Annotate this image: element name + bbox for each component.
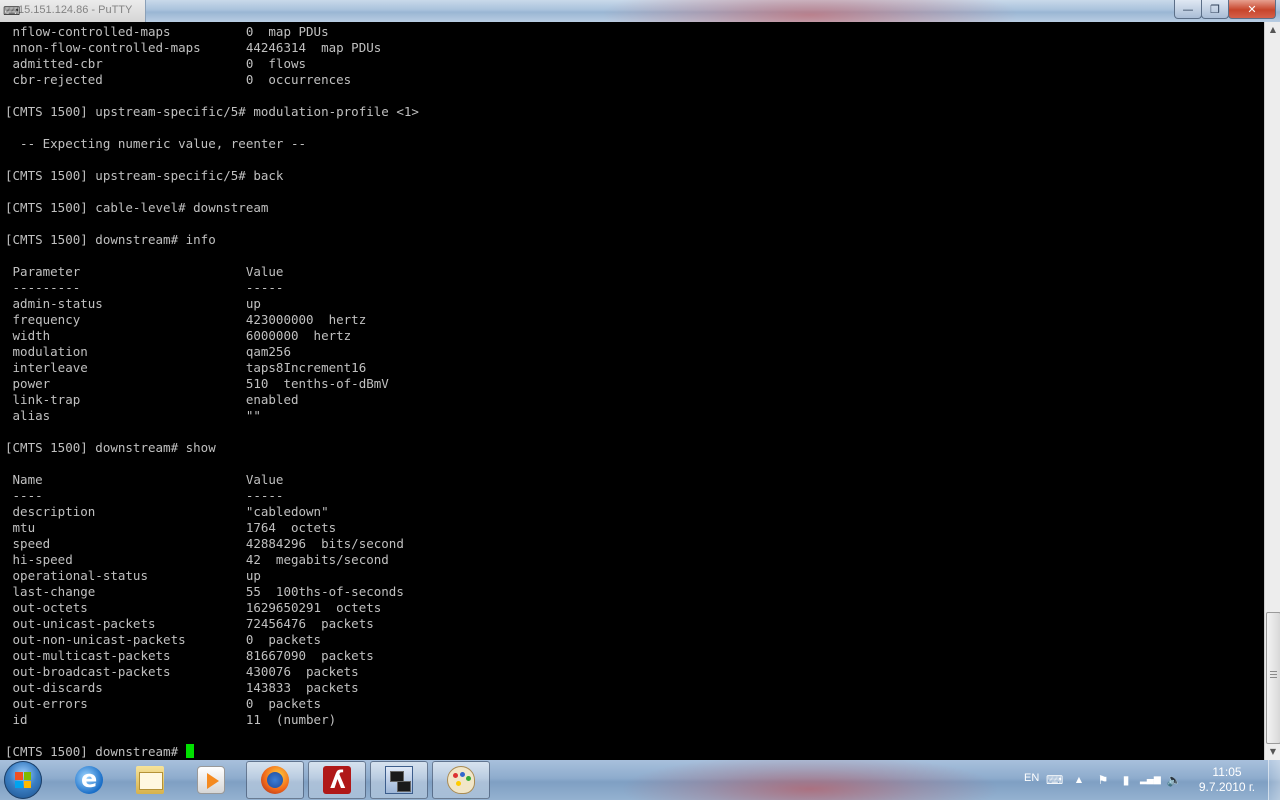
taskbar-item-internet-explorer[interactable] [60,761,118,799]
terminal-line: --------- ----- [5,280,284,295]
taskbar-item-paint[interactable] [432,761,490,799]
folder-icon [136,766,164,794]
terminal-line: interleave taps8Increment16 [5,360,367,375]
firefox-icon [261,766,289,794]
scroll-down-button[interactable]: ▼ [1265,744,1280,760]
start-button[interactable] [4,761,42,799]
signal-icon[interactable]: ▂▄▆ [1140,772,1161,788]
terminal-line: link-trap enabled [5,392,299,407]
network-icon[interactable]: ▮ [1118,772,1134,788]
terminal-line: out-octets 1629650291 octets [5,600,382,615]
terminal-line: id 11 (number) [5,712,337,727]
putty-app-icon[interactable]: ⌨ [3,4,20,18]
taskbar: EN ⌨ ▲ ⚑ ▮ ▂▄▆ 🔈 11:05 9.7.2010 г. [0,760,1280,800]
paint-icon [447,766,475,794]
terminal-line: power 510 tenths-of-dBmV [5,376,389,391]
terminal-line: [CMTS 1500] upstream-specific/5# back [5,168,284,183]
terminal-line: frequency 423000000 hertz [5,312,367,327]
minimize-button[interactable]: — [1174,0,1202,19]
maximize-button[interactable]: ❐ [1201,0,1229,19]
title-tab: ⌨ 15.151.124.86 - PuTTY [0,0,146,22]
terminal-prompt: [CMTS 1500] downstream# [5,744,186,759]
terminal-line: modulation qam256 [5,344,291,359]
terminal-cursor [185,744,194,758]
media-icon [197,766,225,794]
windows-logo-icon [15,772,31,788]
terminal-line: cbr-rejected 0 occurrences [5,72,352,87]
putty-icon [385,766,413,794]
maximize-icon: ❐ [1210,2,1220,16]
ie-icon [75,765,103,794]
title-bar[interactable]: ⌨ 15.151.124.86 - PuTTY — ❐ ✕ [0,0,1280,22]
terminal-line: description "cabledown" [5,504,329,519]
show-hidden-icons-button[interactable]: ▲ [1071,772,1087,788]
terminal-line: [CMTS 1500] downstream# show [5,440,216,455]
grip-icon [1270,671,1277,680]
terminal-area[interactable]: nflow-controlled-maps 0 map PDUs nnon-fl… [0,22,1264,760]
scroll-up-button[interactable]: ▲ [1265,22,1280,38]
taskbar-item-windows-explorer[interactable] [121,761,179,799]
terminal-line: operational-status up [5,568,261,583]
clock-time: 11:05 [1212,765,1242,779]
taskbar-item-adobe-reader[interactable] [308,761,366,799]
window-title: 15.151.124.86 - PuTTY [18,4,133,16]
terminal-line: speed 42884296 bits/second [5,536,404,551]
action-center-flag-icon[interactable]: ⚑ [1095,772,1111,788]
keyboard-icon[interactable]: ⌨ [1046,772,1063,788]
terminal-line: mtu 1764 octets [5,520,337,535]
system-clock[interactable]: 11:05 9.7.2010 г. [1192,765,1262,795]
show-desktop-button[interactable] [1268,760,1280,800]
terminal-line: out-broadcast-packets 430076 packets [5,664,359,679]
terminal-line: [CMTS 1500] downstream# info [5,232,216,247]
minimize-icon: — [1182,2,1194,16]
terminal-line: [CMTS 1500] upstream-specific/5# modulat… [5,104,419,119]
scroll-thumb[interactable] [1266,612,1280,744]
terminal-line: admin-status up [5,296,261,311]
vertical-scrollbar[interactable]: ▲ ▼ [1264,22,1280,760]
terminal-output: nflow-controlled-maps 0 map PDUs nnon-fl… [5,24,419,760]
terminal-line: ---- ----- [5,488,284,503]
terminal-line: out-errors 0 packets [5,696,322,711]
taskbar-wallpaper-art [620,760,1000,800]
terminal-line: alias "" [5,408,261,423]
terminal-line: width 6000000 hertz [5,328,352,343]
terminal-line: Name Value [5,472,284,487]
terminal-line: -- Expecting numeric value, reenter -- [5,136,307,151]
close-icon: ✕ [1247,2,1257,16]
terminal-line: nnon-flow-controlled-maps 44246314 map P… [5,40,382,55]
terminal-line: out-discards 143833 packets [5,680,359,695]
taskbar-item-media-player[interactable] [182,761,240,799]
terminal-line: nflow-controlled-maps 0 map PDUs [5,24,329,39]
close-button[interactable]: ✕ [1228,0,1276,19]
wallpaper-art [600,0,1020,22]
taskbar-item-firefox[interactable] [246,761,304,799]
volume-icon[interactable]: 🔈 [1166,772,1182,788]
terminal-line: out-non-unicast-packets 0 packets [5,632,322,647]
terminal-line: out-unicast-packets 72456476 packets [5,616,374,631]
terminal-line: [CMTS 1500] cable-level# downstream [5,200,269,215]
terminal-line: Parameter Value [5,264,284,279]
terminal-line: admitted-cbr 0 flows [5,56,307,71]
terminal-line: hi-speed 42 megabits/second [5,552,389,567]
clock-date: 9.7.2010 г. [1198,780,1256,794]
pdf-icon [323,766,351,794]
terminal-prompt-line[interactable]: [CMTS 1500] downstream# [5,744,419,760]
terminal-line: out-multicast-packets 81667090 packets [5,648,374,663]
language-indicator[interactable]: EN [1024,772,1039,800]
taskbar-item-putty[interactable] [370,761,428,799]
terminal-line: last-change 55 100ths-of-seconds [5,584,404,599]
